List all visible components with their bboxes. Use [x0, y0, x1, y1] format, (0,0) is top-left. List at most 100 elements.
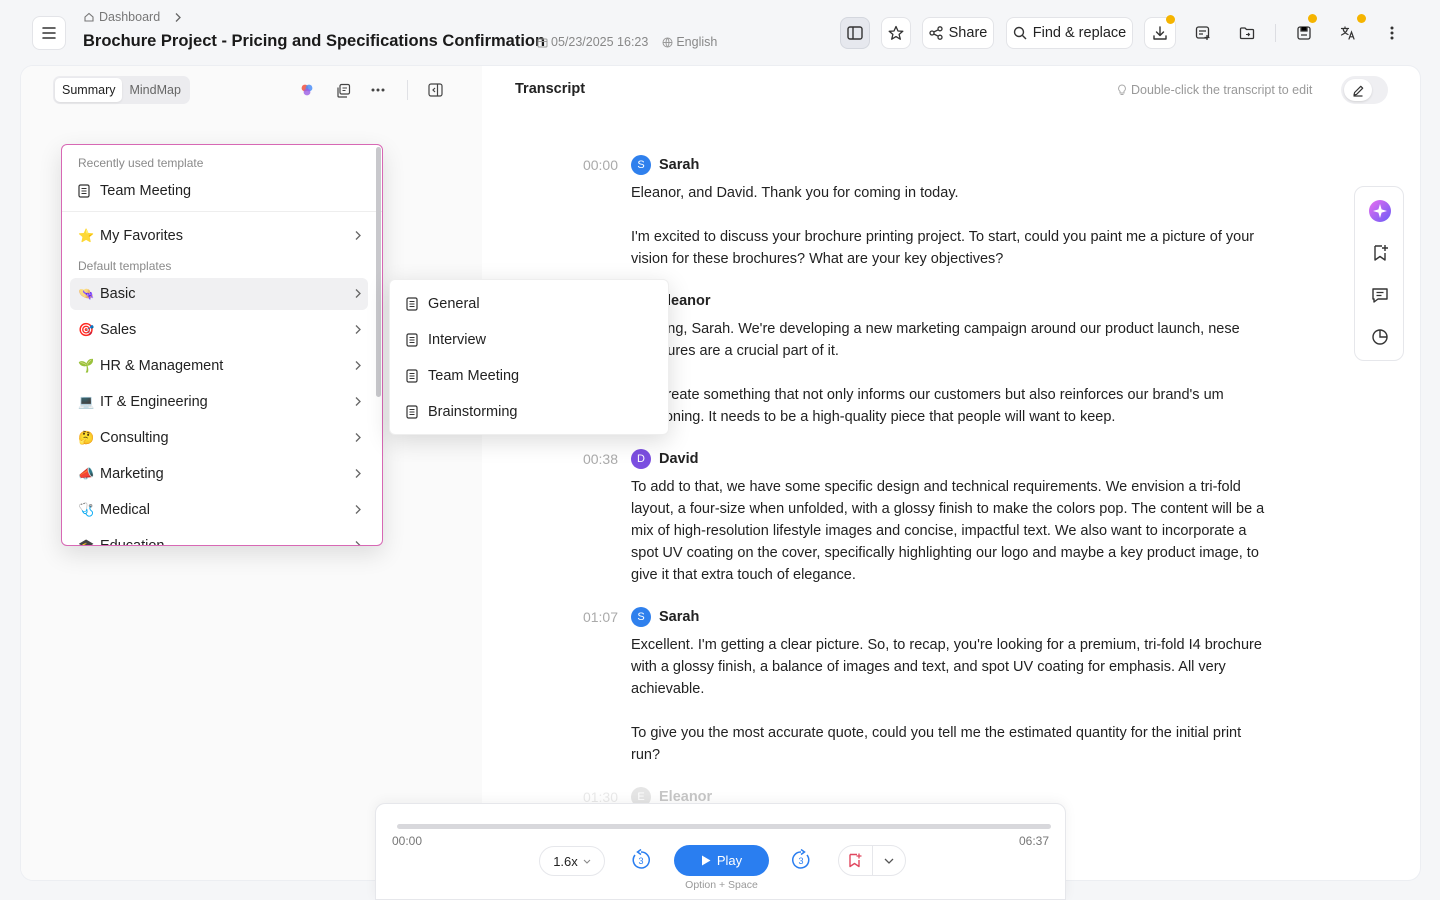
folder-icon [1239, 27, 1255, 40]
play-shortcut-hint: Option + Space [685, 879, 758, 891]
chevron-down-icon [884, 858, 894, 864]
more-options-button[interactable] [1376, 17, 1408, 49]
transcript-paragraph[interactable]: Excellent. I'm getting a clear picture. … [631, 634, 1271, 700]
document-language: English [676, 35, 718, 49]
template-item-favorites[interactable]: ⭐ My Favorites [70, 220, 368, 252]
template-option-general[interactable]: General [406, 292, 480, 316]
breadcrumb-dashboard[interactable]: Dashboard [99, 10, 160, 24]
bookmark-add-icon [1374, 245, 1388, 261]
star-icon [888, 25, 904, 40]
comment-icon [1372, 288, 1388, 303]
ai-template-button[interactable] [296, 79, 318, 101]
template-category-label: Consulting [100, 430, 169, 446]
template-category-label: HR & Management [100, 358, 224, 374]
chevron-right-icon [355, 231, 361, 240]
chevron-right-icon [355, 397, 361, 406]
search-icon [1013, 26, 1027, 40]
more-horizontal-icon [371, 88, 385, 92]
transcript-paragraph[interactable]: n to create something that not only info… [631, 384, 1271, 428]
skip-forward-button[interactable]: 3 [790, 849, 812, 871]
edit-toggle-knob [1344, 79, 1372, 101]
document-icon [406, 297, 418, 311]
speaker-stats-button[interactable] [1368, 325, 1392, 349]
collapse-panel-button[interactable] [424, 79, 446, 101]
star-icon: ⭐ [78, 228, 95, 243]
hamburger-icon [42, 27, 56, 39]
add-bookmark-button[interactable] [1368, 241, 1392, 265]
chevron-right-icon [355, 361, 361, 370]
template-category-it[interactable]: 💻 IT & Engineering [70, 386, 368, 418]
favorite-button[interactable] [881, 17, 911, 49]
toolbar-divider [1275, 24, 1276, 42]
document-meta: 05/23/2025 16:23 English [537, 35, 717, 49]
template-option-brainstorming[interactable]: Brainstorming [406, 400, 517, 424]
move-to-folder-button[interactable] [1231, 17, 1263, 49]
speaker-name[interactable]: leanor [667, 293, 711, 309]
avatar: D [631, 449, 651, 469]
comments-button[interactable] [1368, 283, 1392, 307]
hat-icon: 👒 [78, 286, 95, 301]
graduation-cap-icon: 🎓 [78, 538, 95, 546]
menu-toggle-button[interactable] [32, 16, 66, 50]
document-icon [406, 333, 418, 347]
timestamp[interactable]: 01:07 [558, 609, 618, 625]
dropdown-scrollbar[interactable] [376, 147, 381, 397]
ai-assistant-button[interactable] [1368, 199, 1392, 223]
toggle-sidebar-button[interactable] [840, 17, 870, 49]
note-add-icon [1195, 26, 1209, 40]
template-category-basic[interactable]: 👒 Basic [70, 278, 368, 310]
template-item-label: Team Meeting [100, 183, 192, 199]
edit-mode-toggle[interactable] [1341, 76, 1388, 104]
speaker-name[interactable]: Sarah [659, 609, 699, 625]
new-badge [1308, 14, 1317, 23]
play-button[interactable]: Play [674, 845, 769, 876]
template-category-consulting[interactable]: 🤔 Consulting [70, 422, 368, 454]
template-category-education[interactable]: 🎓 Education [70, 530, 368, 546]
timestamp[interactable]: 00:38 [558, 451, 618, 467]
add-marker-button[interactable] [839, 846, 873, 875]
template-option-team-meeting[interactable]: Team Meeting [406, 364, 519, 388]
copy-icon [336, 83, 350, 98]
timestamp[interactable]: 00:00 [558, 157, 618, 173]
globe-icon [662, 37, 673, 47]
stethoscope-icon: 🩺 [78, 502, 95, 517]
tab-summary[interactable]: Summary [55, 78, 123, 102]
save-icon [1297, 26, 1311, 40]
template-category-label: IT & Engineering [100, 394, 208, 410]
transcript-paragraph[interactable]: I'm excited to discuss your brochure pri… [631, 226, 1271, 270]
find-replace-button[interactable]: Find & replace [1006, 17, 1133, 49]
template-category-marketing[interactable]: 📣 Marketing [70, 458, 368, 490]
template-category-hr[interactable]: 🌱 HR & Management [70, 350, 368, 382]
template-option-interview[interactable]: Interview [406, 328, 486, 352]
page-title: Brochure Project - Pricing and Specifica… [83, 32, 546, 50]
transcript-paragraph[interactable]: Eleanor, and David. Thank you for coming… [631, 182, 1271, 204]
template-category-label: Medical [100, 502, 150, 518]
translate-button[interactable] [1332, 14, 1366, 49]
chevron-right-icon [355, 289, 361, 298]
export-button[interactable] [1144, 15, 1176, 49]
transcript-paragraph[interactable]: morning, Sarah. We're developing a new m… [631, 318, 1271, 362]
playback-speed-select[interactable]: 1.6x [539, 846, 605, 876]
template-item-recent[interactable]: Team Meeting [70, 175, 368, 207]
copy-summary-button[interactable] [332, 79, 354, 101]
transcript-paragraph[interactable]: To give you the most accurate quote, cou… [631, 722, 1271, 766]
template-option-label: Team Meeting [428, 368, 520, 384]
transcript-title: Transcript [515, 81, 586, 97]
progress-track[interactable] [397, 824, 1051, 829]
speaker-name[interactable]: David [659, 451, 699, 467]
breadcrumb[interactable]: Dashboard [83, 10, 182, 24]
transcript-paragraph[interactable]: To add to that, we have some specific de… [631, 476, 1271, 586]
side-tool-rail [1354, 186, 1404, 361]
speaker-name[interactable]: Sarah [659, 157, 699, 173]
template-category-medical[interactable]: 🩺 Medical [70, 494, 368, 526]
tab-mindmap[interactable]: MindMap [122, 78, 187, 102]
skip-back-button[interactable]: 3 [630, 849, 652, 871]
template-category-sales[interactable]: 🎯 Sales [70, 314, 368, 346]
add-to-calendar-button[interactable] [1187, 17, 1219, 49]
translate-icon [1340, 26, 1355, 40]
marker-options-button[interactable] [873, 846, 906, 875]
share-button[interactable]: Share [922, 17, 994, 49]
save-button[interactable] [1288, 14, 1320, 49]
summary-more-button[interactable] [367, 79, 389, 101]
chevron-down-icon [583, 859, 591, 864]
